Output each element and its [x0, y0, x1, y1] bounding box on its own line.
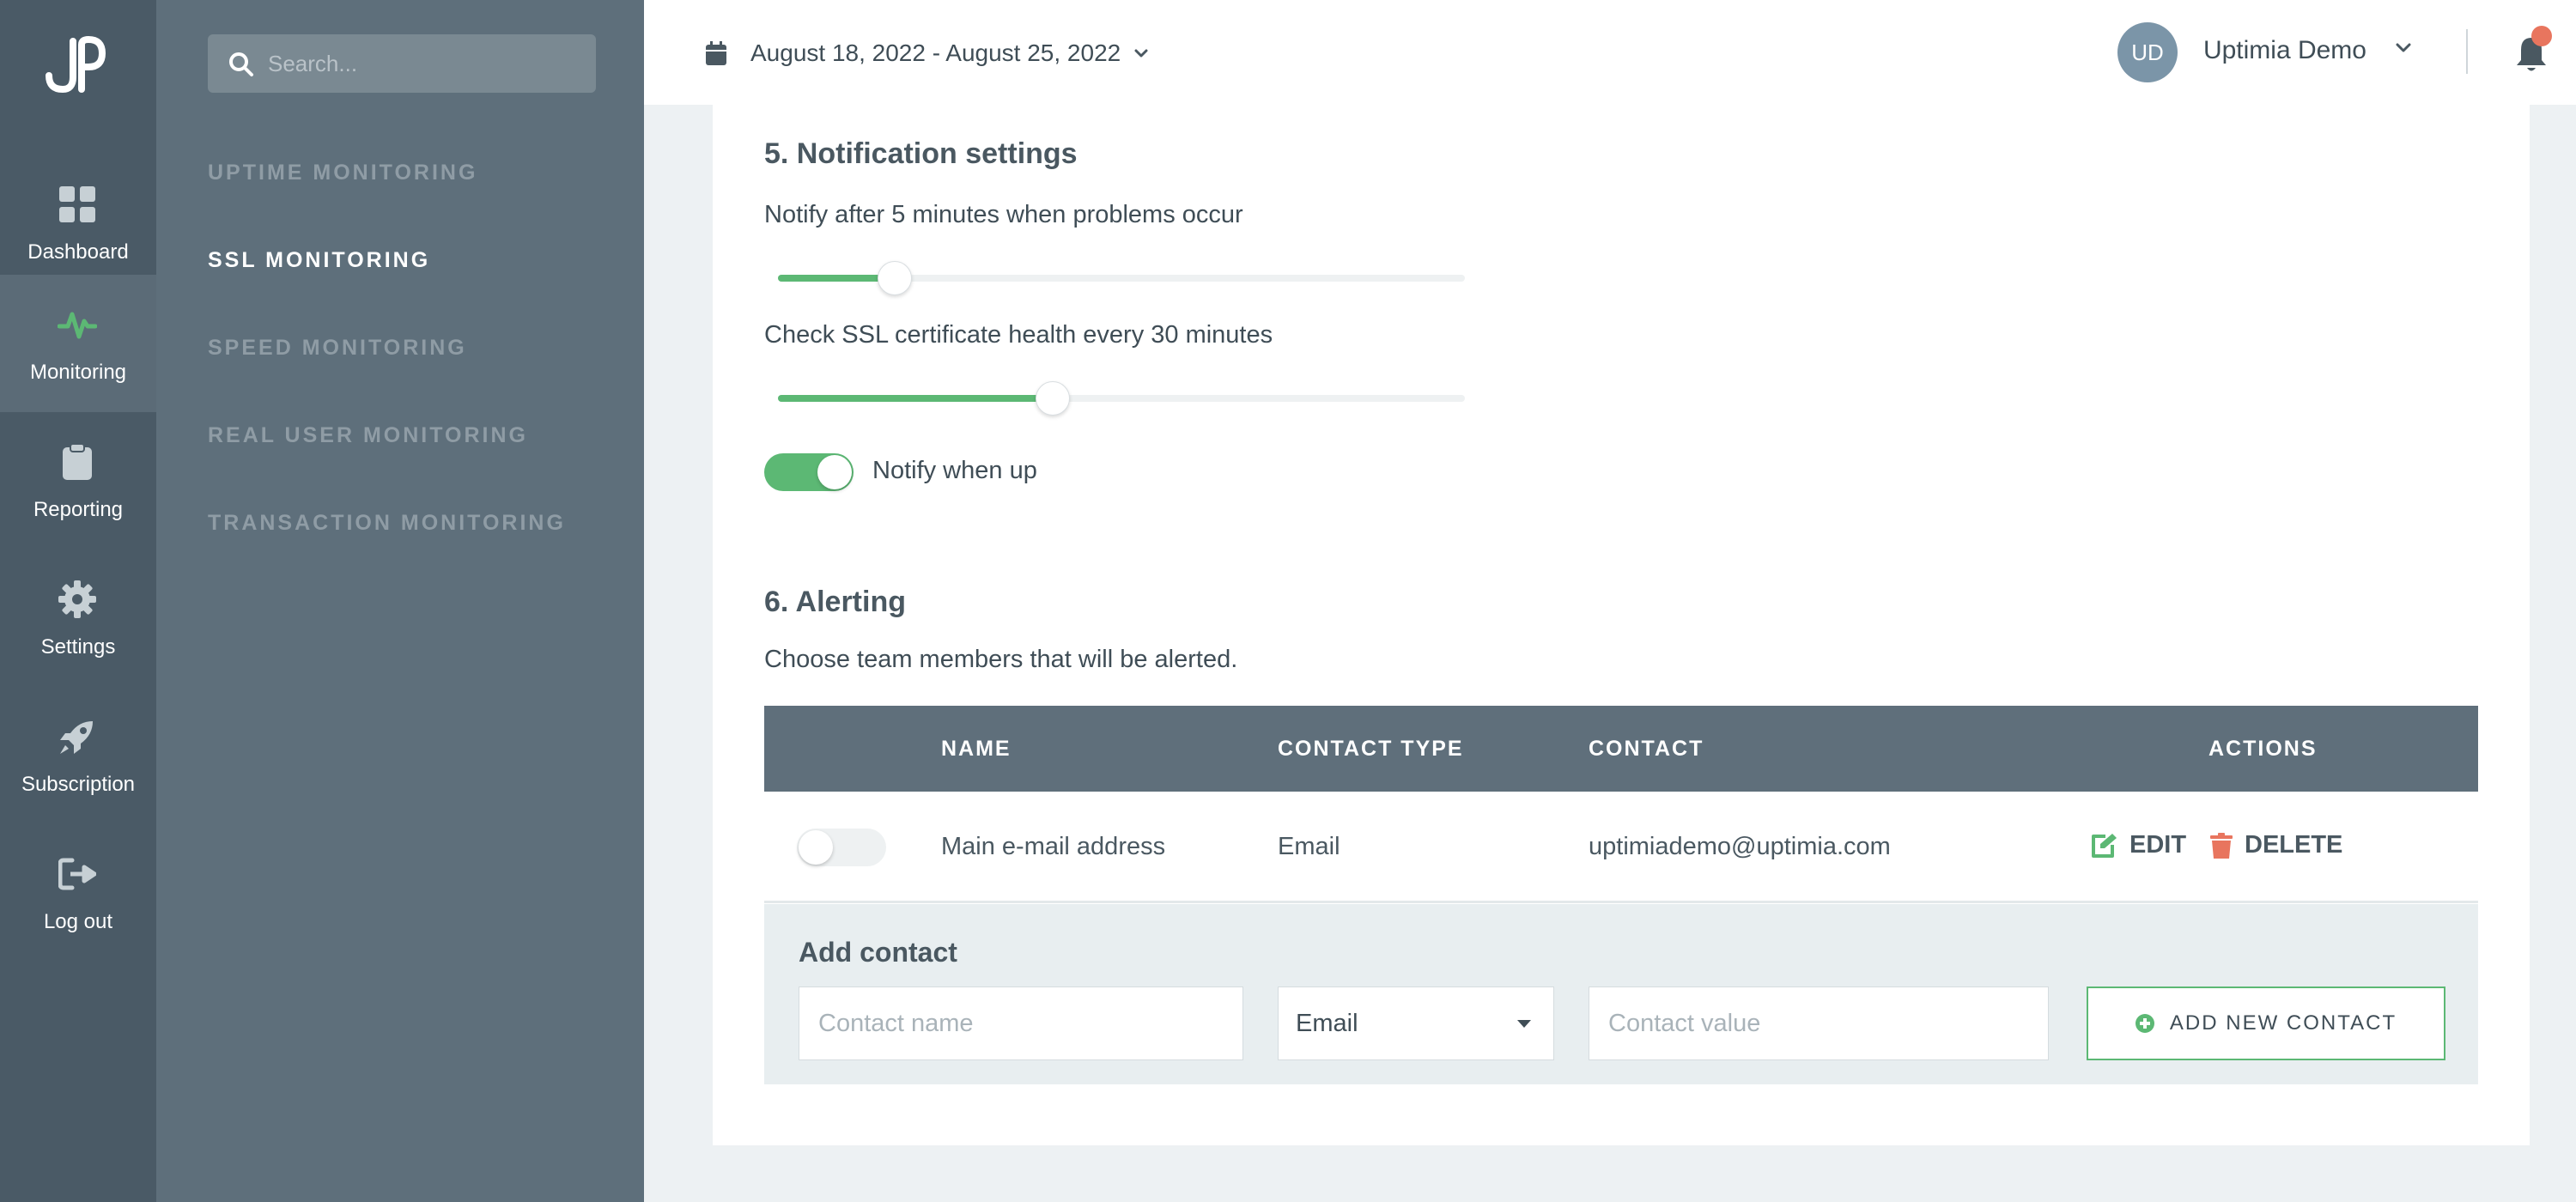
contact-name-input[interactable] — [799, 987, 1242, 1059]
chevron-down-icon[interactable] — [2396, 43, 2411, 53]
grid-icon — [57, 184, 98, 225]
rail-item-label: Subscription — [21, 773, 136, 796]
table-header: NAME CONTACT TYPE CONTACT ACTIONS — [764, 706, 2478, 792]
contact-name-field[interactable] — [799, 986, 1243, 1060]
toggle-knob — [799, 830, 833, 865]
contact-type-cell: Email — [1278, 833, 1340, 860]
date-range-text: August 18, 2022 - August 25, 2022 — [750, 39, 1121, 66]
notify-after-label: Notify after 5 minutes when problems occ… — [764, 201, 1243, 228]
rail-item-settings[interactable]: Settings — [0, 549, 156, 687]
notify-after-slider[interactable] — [778, 261, 1465, 295]
column-header-actions: ACTIONS — [2208, 737, 2318, 761]
caret-down-icon — [1517, 1020, 1531, 1028]
contact-type-selected: Email — [1296, 1010, 1358, 1037]
gear-icon — [57, 579, 98, 620]
subnav-item-transaction[interactable]: TRANSACTION MONITORING — [208, 511, 566, 536]
table-row: Main e-mail address Email uptimiademo@up… — [764, 792, 2478, 903]
rail-item-label: Log out — [43, 910, 113, 933]
contact-value-field[interactable] — [1589, 986, 2049, 1060]
rail-item-reporting[interactable]: Reporting — [0, 412, 156, 549]
search-box[interactable] — [208, 34, 596, 93]
search-input[interactable] — [268, 34, 586, 93]
toggle-knob — [817, 455, 852, 489]
rail-item-subscription[interactable]: Subscription — [0, 687, 156, 824]
logo-icon[interactable] — [44, 34, 107, 94]
edit-button[interactable]: EDIT — [2090, 831, 2186, 859]
slider-handle[interactable] — [1036, 381, 1070, 416]
plus-circle-icon — [2135, 1014, 2154, 1033]
clipboard-icon — [57, 441, 98, 483]
delete-label: DELETE — [2245, 831, 2343, 859]
calendar-icon — [706, 41, 726, 65]
add-contact-title: Add contact — [799, 937, 957, 968]
subnav-item-uptime[interactable]: UPTIME MONITORING — [208, 161, 477, 185]
icon-rail: Dashboard Monitoring Reporting Settings … — [0, 0, 156, 1202]
rail-item-label: Settings — [40, 635, 116, 659]
alerting-title: 6. Alerting — [764, 586, 906, 618]
column-header-contact[interactable]: CONTACT — [1589, 737, 1704, 762]
alerting-description: Choose team members that will be alerted… — [764, 646, 1238, 673]
contact-value-input[interactable] — [1589, 987, 2048, 1059]
slider-fill — [778, 395, 1053, 402]
check-interval-label: Check SSL certificate health every 30 mi… — [764, 321, 1273, 349]
check-interval-slider[interactable] — [778, 381, 1465, 416]
add-new-contact-button[interactable]: ADD NEW CONTACT — [2087, 986, 2445, 1060]
rail-item-label: Reporting — [33, 498, 124, 521]
contact-enable-toggle[interactable] — [797, 829, 886, 866]
edit-icon — [2092, 833, 2117, 858]
subnav-item-speed[interactable]: SPEED MONITORING — [208, 336, 467, 361]
add-new-contact-label: ADD NEW CONTACT — [2169, 1011, 2397, 1035]
subnav-item-ssl[interactable]: SSL MONITORING — [208, 248, 430, 273]
notify-when-up-label: Notify when up — [872, 457, 1037, 484]
notify-when-up-toggle[interactable] — [764, 453, 854, 491]
search-icon — [229, 52, 253, 76]
column-header-name[interactable]: NAME — [941, 737, 1012, 762]
slider-handle[interactable] — [878, 261, 912, 295]
rail-item-label: Dashboard — [27, 240, 129, 264]
rail-item-logout[interactable]: Log out — [0, 824, 156, 962]
top-bar: August 18, 2022 - August 25, 2022 UD Upt… — [644, 0, 2576, 105]
edit-label: EDIT — [2129, 831, 2187, 859]
delete-button[interactable]: DELETE — [2210, 831, 2342, 859]
rocket-icon — [57, 716, 98, 757]
add-contact-form: Add contact Email ADD NEW CONTACT — [764, 904, 2478, 1084]
divider — [2466, 29, 2468, 74]
contact-name-cell: Main e-mail address — [941, 833, 1166, 860]
user-menu[interactable]: Uptimia Demo — [2157, 36, 2416, 65]
trash-icon — [2210, 832, 2233, 859]
subnav-item-real-user[interactable]: REAL USER MONITORING — [208, 423, 528, 448]
rail-item-dashboard[interactable]: Dashboard — [0, 155, 156, 292]
date-range-picker[interactable]: August 18, 2022 - August 25, 2022 — [706, 34, 1148, 72]
contact-type-select[interactable]: Email — [1278, 986, 1554, 1060]
monitoring-subnav: UPTIME MONITORING SSL MONITORING SPEED M… — [156, 0, 644, 1202]
logout-icon — [57, 853, 98, 895]
chevron-down-icon — [1134, 49, 1148, 58]
pulse-icon — [57, 304, 98, 345]
notification-settings-title: 5. Notification settings — [764, 137, 1078, 170]
contact-value-cell: uptimiademo@uptimia.com — [1589, 833, 1891, 860]
notification-badge — [2531, 26, 2552, 46]
settings-card: 5. Notification settings Notify after 5 … — [713, 105, 2530, 1145]
rail-item-monitoring[interactable]: Monitoring — [0, 275, 156, 412]
rail-item-label: Monitoring — [29, 361, 127, 384]
column-header-contact-type[interactable]: CONTACT TYPE — [1278, 737, 1464, 762]
